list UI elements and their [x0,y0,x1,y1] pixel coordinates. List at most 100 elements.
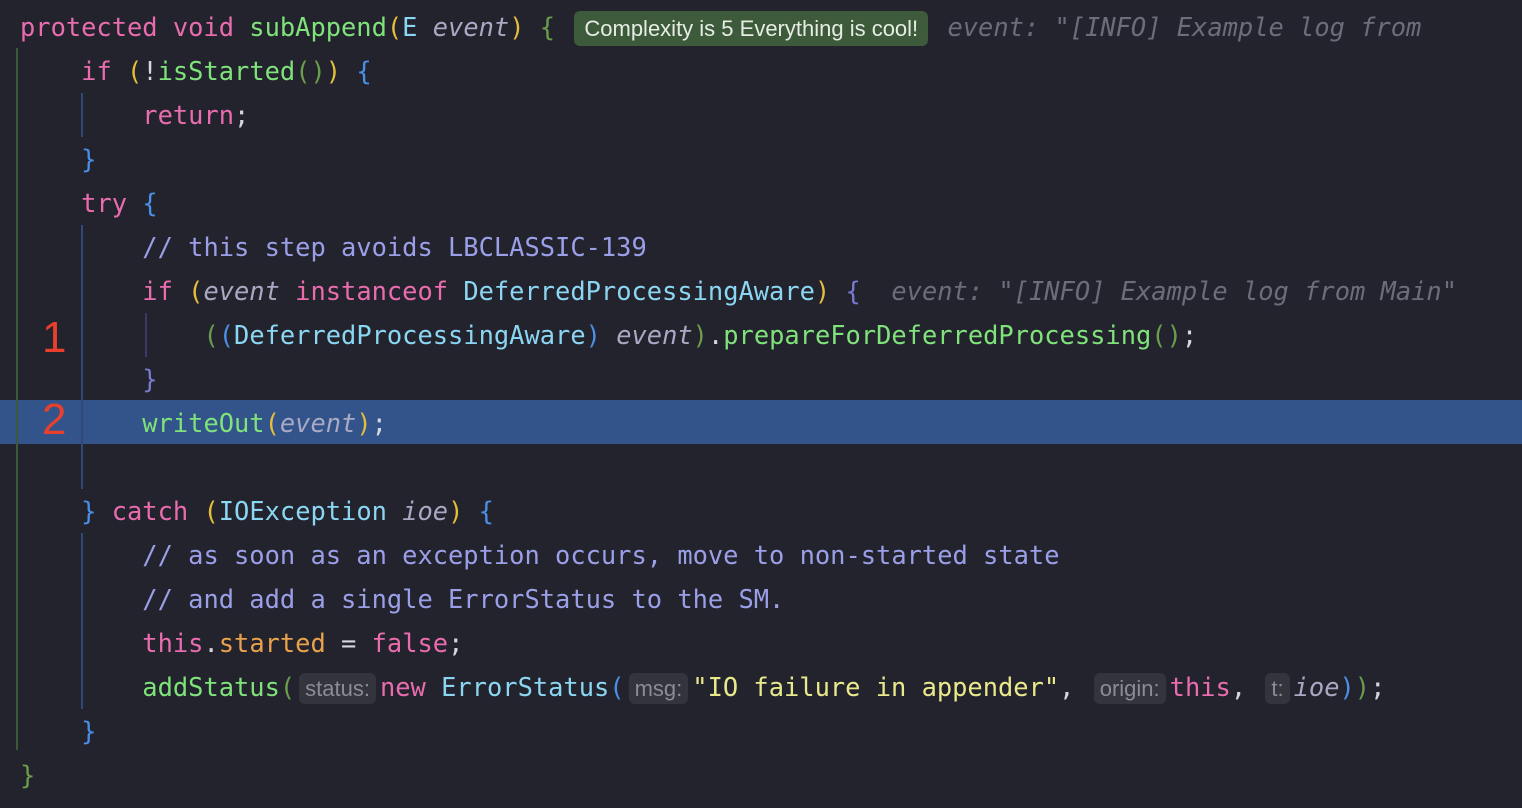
code-token: ) [509,12,525,42]
code-token: ) [585,320,601,350]
code-token: { [478,496,494,526]
code-token: instanceof [279,276,464,306]
code-line[interactable]: ((DeferredProcessingAware) event).prepar… [20,313,1522,357]
code-token: ) [356,408,372,438]
code-token: isStarted [157,56,296,86]
code-token: return [142,100,235,130]
code-token: this [142,628,204,658]
code-token: { [142,188,158,218]
code-token: ; [371,408,387,438]
code-token: ( [386,12,403,42]
code-token: { [539,12,556,42]
code-token: ( [264,408,280,438]
code-line[interactable]: } [20,137,1522,181]
code-token: ( [203,496,219,526]
code-token: () [295,56,326,86]
code-token: , [1059,672,1090,702]
code-token: . [203,628,219,658]
code-token: { [356,56,372,86]
code-token: } [81,716,97,746]
code-token: ; [448,628,464,658]
code-token: started [218,628,326,658]
code-token: // as soon as an exception occurs, move … [142,540,1060,570]
code-line[interactable]: } [20,709,1522,753]
code-token: // and add a single ErrorStatus to the S… [142,584,785,614]
code-token: IOException [218,496,403,526]
code-token: ) [448,496,464,526]
code-token: ) [692,320,708,350]
annotation-marker-2: 2 [42,395,67,444]
code-token: ( [203,320,219,350]
code-token: event [432,12,510,42]
code-token: ErrorStatus [441,672,610,702]
code-token: event [616,320,693,350]
code-token: ( [218,320,235,350]
code-line[interactable]: if (event instanceof DeferredProcessingA… [20,269,1522,313]
debug-value-hint: event: "[INFO] Example log from Main" [891,276,1457,306]
code-line[interactable]: return; [20,93,1522,137]
code-token: writeOut [142,408,265,438]
code-token: ! [142,56,158,86]
code-line[interactable]: this.started = false; [20,621,1522,665]
code-line[interactable]: protected void subAppend(E event) { Comp… [20,5,1522,49]
debug-value-hint: event: "[INFO] Example log from [947,12,1422,42]
code-line[interactable]: // this step avoids LBCLASSIC-139 [20,225,1522,269]
code-line[interactable] [20,445,1522,489]
code-line[interactable]: addStatus(status: new ErrorStatus(msg: "IO… [20,665,1522,709]
code-token: } [81,496,97,526]
code-token: ; [1181,320,1198,350]
code-token: } [142,364,158,394]
code-line[interactable]: // and add a single ErrorStatus to the S… [20,577,1522,621]
code-token: ; [1370,672,1386,702]
code-token: protected void [20,12,250,42]
code-token: , [1230,672,1262,702]
code-token: DeferredProcessingAware [463,276,815,306]
code-token: addStatus [142,672,280,702]
code-token: ioe [402,496,449,526]
code-line[interactable]: try { [20,181,1522,225]
annotation-marker-1: 1 [42,313,67,362]
inlay-hint: msg: [628,673,689,704]
code-token: ) [1354,672,1371,702]
code-line[interactable]: } [20,357,1522,401]
code-token: subAppend [249,12,387,42]
code-line[interactable]: } catch (IOException ioe) { [20,489,1522,533]
code-token: // this step avoids LBCLASSIC-139 [142,232,647,262]
code-token: "IO failure in appender" [692,672,1060,702]
code-token: event [279,408,357,438]
code-token: ( [188,276,204,306]
code-token: ) [325,56,342,86]
code-token: this [1169,672,1231,702]
inlay-hint: origin: [1093,673,1166,704]
indent-guide [16,48,18,750]
code-token: ; [234,100,250,130]
code-line[interactable]: writeOut(event); [20,401,1522,445]
code-token: E [402,12,433,42]
code-token: = [325,628,372,658]
code-line[interactable]: if (!isStarted()) { [20,49,1522,93]
code-line[interactable]: } [20,753,1522,797]
inlay-hint: status: [299,673,376,704]
code-token: ioe [1293,672,1340,702]
code-token: () [1151,320,1182,350]
code-line[interactable]: // as soon as an exception occurs, move … [20,533,1522,577]
code-token: catch [96,496,204,526]
code-editor[interactable]: protected void subAppend(E event) { Comp… [0,0,1522,808]
